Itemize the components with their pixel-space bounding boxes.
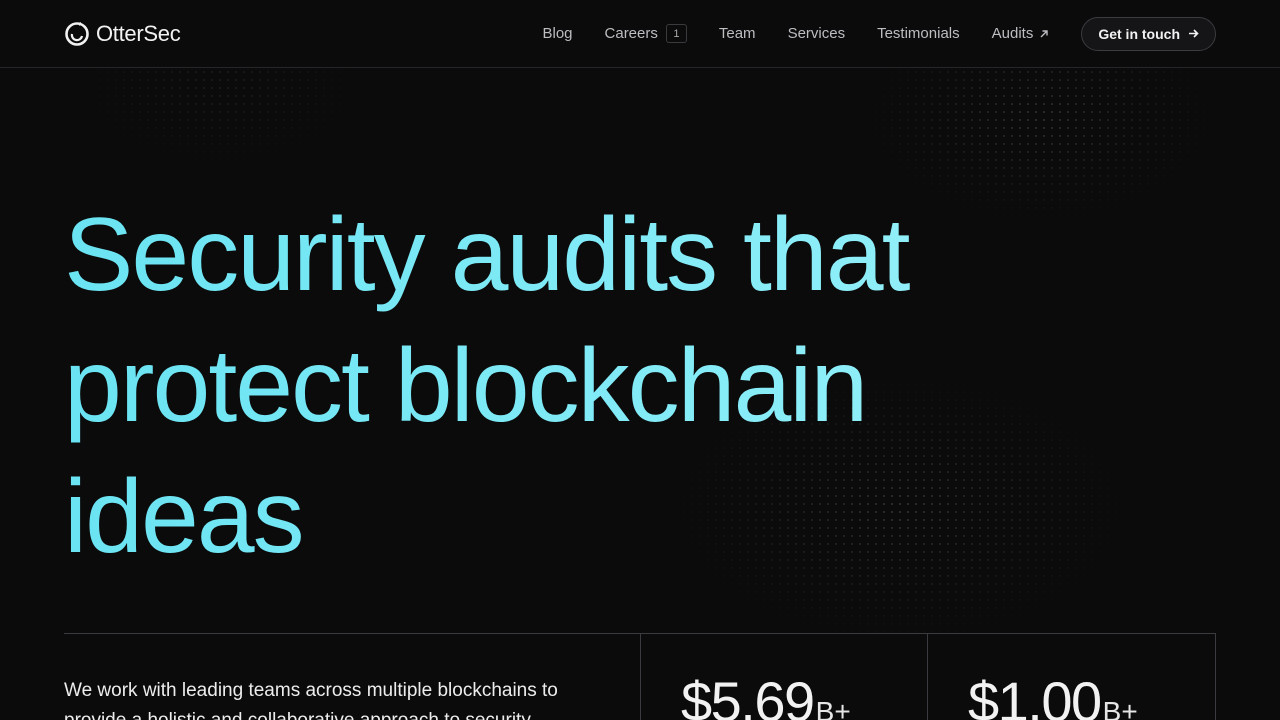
- stat-suffix: B+: [1102, 696, 1138, 720]
- stat-value: $5.69: [681, 670, 815, 720]
- hero-title-line: protect blockchain: [64, 328, 867, 444]
- hero-title: Security audits that protect blockchain …: [64, 190, 1164, 583]
- nav-item-testimonials[interactable]: Testimonials: [877, 25, 960, 42]
- ottersec-logo-icon: [65, 21, 89, 46]
- nav-item-label: Blog: [542, 25, 573, 42]
- stat-card: $1.00B+: [928, 634, 1216, 720]
- cta-label: Get in touch: [1098, 25, 1180, 42]
- nav-item-label: Audits: [991, 25, 1034, 42]
- nav-item-blog[interactable]: Blog: [542, 25, 572, 42]
- careers-count-badge: 1: [665, 24, 687, 43]
- nav-item-team[interactable]: Team: [719, 25, 756, 42]
- stat-suffix: B+: [815, 696, 851, 720]
- get-in-touch-button[interactable]: Get in touch: [1081, 16, 1216, 51]
- page: OtterSec Blog Careers 1 Team Services Te…: [0, 0, 1280, 720]
- nav-item-label: Testimonials: [877, 25, 960, 42]
- hero-title-line: ideas: [64, 459, 303, 575]
- intro-text: We work with leading teams across multip…: [64, 680, 558, 720]
- stat-card: $5.69B+: [640, 634, 928, 720]
- main-nav: Blog Careers 1 Team Services Testimonial…: [542, 24, 1049, 43]
- nav-item-careers[interactable]: Careers 1: [605, 24, 687, 43]
- nav-item-label: Services: [787, 25, 846, 42]
- intro-stats-section: We work with leading teams across multip…: [64, 633, 1216, 720]
- nav-item-label: Team: [718, 25, 756, 42]
- hero-title-line: Security audits that: [64, 197, 909, 313]
- arrow-right-icon: [1189, 29, 1199, 38]
- nav-item-services[interactable]: Services: [788, 25, 846, 42]
- brand-logo-link[interactable]: OtterSec: [64, 20, 181, 47]
- stat-value: $1.00: [968, 670, 1102, 720]
- site-header: OtterSec Blog Careers 1 Team Services Te…: [0, 0, 1280, 68]
- brand-name: OtterSec: [96, 20, 181, 46]
- external-link-arrow-icon: [1040, 29, 1049, 37]
- nav-item-audits[interactable]: Audits: [992, 25, 1050, 42]
- nav-item-label: Careers: [604, 25, 658, 42]
